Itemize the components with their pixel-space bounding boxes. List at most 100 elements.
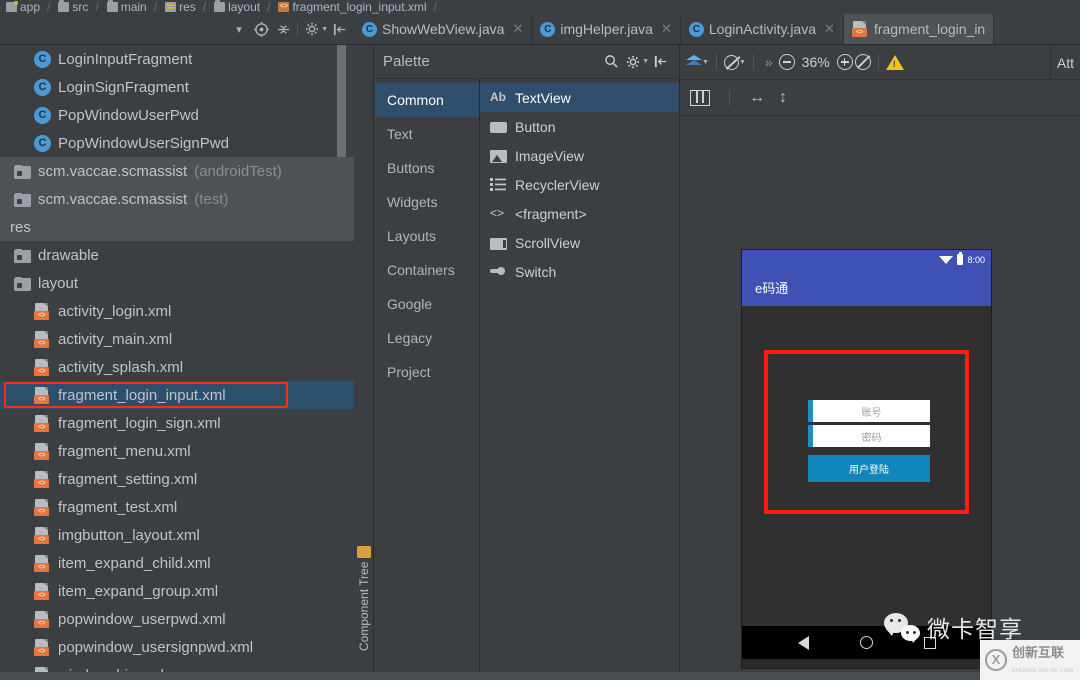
tree-item-layout[interactable]: layout [0, 269, 354, 297]
palette-item-recyclerview[interactable]: RecyclerView [480, 170, 679, 199]
tree-item-test[interactable]: scm.vaccae.scmassist (test) [0, 185, 354, 213]
chevron-down-icon[interactable]: ▼ [642, 58, 649, 65]
tree-item-popwindowusersignpwd[interactable]: PopWindowUserSignPwd [0, 129, 354, 157]
close-icon[interactable]: ✕ [661, 21, 672, 37]
tab-fragment-login-input-xml[interactable]: <> fragment_login_in [843, 14, 995, 44]
scroll-from-source-icon[interactable]: ▾ [228, 18, 250, 40]
tree-item-activity-login[interactable]: <> activity_login.xml [0, 297, 354, 325]
zoom-out-icon[interactable] [778, 54, 795, 70]
close-icon[interactable]: ✕ [512, 21, 523, 37]
tree-item-fragment-setting[interactable]: <> fragment_setting.xml [0, 465, 354, 493]
palette-category-text[interactable]: Text [375, 117, 479, 151]
tree-item-logininputfragment[interactable]: LoginInputFragment [0, 45, 354, 73]
corner-watermark: 创新互联 CHUANG XIN HU LIAN [980, 640, 1080, 680]
palette-category-google[interactable]: Google [375, 287, 479, 321]
chevron-down-icon[interactable]: ▼ [321, 26, 328, 33]
chevron-down-icon[interactable]: ▼ [739, 59, 746, 66]
tree-item-label: fragment_login_input.xml [58, 386, 226, 404]
search-icon[interactable] [600, 51, 622, 73]
palette-category-project[interactable]: Project [375, 355, 479, 389]
palette-item-switch[interactable]: Switch [480, 257, 679, 286]
collapse-all-icon[interactable] [272, 18, 294, 40]
breadcrumb-item-file[interactable]: fragment_login_input.xml/ [274, 0, 440, 14]
breadcrumb-label: src [72, 0, 89, 14]
breadcrumb-label: fragment_login_input.xml [292, 0, 427, 14]
breadcrumb-item-main[interactable]: main / [103, 0, 161, 14]
device-preview[interactable]: 8:00 e码通 账号 密码 用户登陆 [742, 250, 991, 668]
tree-item-fragment-test[interactable]: <> fragment_test.xml [0, 493, 354, 521]
gear-icon[interactable] [622, 51, 644, 73]
tree-item-label: layout [38, 274, 79, 292]
tree-item-label: activity_splash.xml [58, 358, 184, 376]
close-icon[interactable]: ✕ [824, 21, 835, 37]
preview-canvas[interactable]: 8:00 e码通 账号 密码 用户登陆 [680, 116, 1080, 680]
tab-loginactivity-java[interactable]: LoginActivity.java ✕ [681, 14, 844, 44]
tree-item-activity-splash[interactable]: <> activity_splash.xml [0, 353, 354, 381]
breadcrumb-item-src[interactable]: src / [54, 0, 102, 14]
settings-gear-icon[interactable] [301, 18, 323, 40]
hide-panel-icon[interactable] [328, 18, 350, 40]
tree-item-popwindowuserpwd[interactable]: PopWindowUserPwd [0, 101, 354, 129]
palette-category-label: Text [387, 126, 413, 142]
palette-category-buttons[interactable]: Buttons [375, 151, 479, 185]
design-toolbar-secondary: ↔ ↕ [680, 80, 1080, 116]
palette-item-textview[interactable]: Ab TextView [480, 83, 679, 112]
palette-category-legacy[interactable]: Legacy [375, 321, 479, 355]
nav-home-icon[interactable] [859, 636, 873, 649]
palette-category-widgets[interactable]: Widgets [375, 185, 479, 219]
show-constraints-icon[interactable] [690, 89, 710, 106]
palette-item-fragment[interactable]: <> <fragment> [480, 199, 679, 228]
locate-icon[interactable] [250, 18, 272, 40]
tree-item-popwindow-usersignpwd[interactable]: <> popwindow_usersignpwd.xml [0, 633, 354, 661]
attributes-panel-tab[interactable]: Att [1049, 45, 1080, 80]
tab-showwebview-java[interactable]: ShowWebView.java ✕ [354, 14, 533, 44]
zoom-to-fit-icon[interactable] [854, 54, 871, 70]
password-field[interactable]: 密码 [808, 425, 930, 447]
tree-item-item-expand-child[interactable]: <> item_expand_child.xml [0, 549, 354, 577]
orientation-icon[interactable] [723, 54, 739, 70]
device-content-area[interactable]: 账号 密码 用户登陆 [742, 306, 991, 626]
palette-item-imageview[interactable]: ImageView [480, 141, 679, 170]
palette-categories: Common Text Buttons Widgets Layouts Cont… [375, 79, 480, 680]
toolbar-overflow-icon[interactable]: » [761, 54, 777, 70]
xml-file-icon: <> [34, 414, 51, 432]
tree-item-label: popwindow_userpwd.xml [58, 610, 226, 628]
class-icon [362, 21, 377, 37]
palette-category-layouts[interactable]: Layouts [375, 219, 479, 253]
res-folder-icon [165, 2, 177, 12]
tab-imghelper-java[interactable]: imgHelper.java ✕ [532, 14, 681, 44]
tree-item-fragment-menu[interactable]: <> fragment_menu.xml [0, 437, 354, 465]
account-field[interactable]: 账号 [808, 400, 930, 422]
vertical-resize-icon[interactable]: ↕ [779, 89, 787, 107]
hide-panel-icon[interactable] [649, 51, 671, 73]
chevron-down-icon[interactable]: ▼ [702, 59, 709, 66]
palette-item-scrollview[interactable]: ScrollView [480, 228, 679, 257]
tree-item-label: fragment_setting.xml [58, 470, 198, 488]
side-tab-component-tree[interactable]: Component Tree [354, 505, 374, 655]
zoom-in-icon[interactable] [836, 54, 853, 70]
tree-item-res[interactable]: res [0, 213, 354, 241]
palette-category-common[interactable]: Common [375, 83, 479, 117]
project-tree[interactable]: LoginInputFragment LoginSignFragment Pop… [0, 45, 354, 680]
class-icon [34, 50, 51, 68]
horizontal-resize-icon[interactable]: ↔ [749, 89, 765, 107]
palette-item-button[interactable]: Button [480, 112, 679, 141]
breadcrumb-item-res[interactable]: res / [161, 0, 210, 14]
tree-item-fragment-login-input[interactable]: <> fragment_login_input.xml [0, 381, 354, 409]
nav-back-icon[interactable] [797, 635, 809, 650]
tree-item-drawable[interactable]: drawable [0, 241, 354, 269]
tree-item-loginsignfragment[interactable]: LoginSignFragment [0, 73, 354, 101]
tree-item-fragment-login-sign[interactable]: <> fragment_login_sign.xml [0, 409, 354, 437]
login-button[interactable]: 用户登陆 [808, 455, 930, 482]
tree-item-popwindow-userpwd[interactable]: <> popwindow_userpwd.xml [0, 605, 354, 633]
tree-item-item-expand-group[interactable]: <> item_expand_group.xml [0, 577, 354, 605]
editor-tab-bar: ShowWebView.java ✕ imgHelper.java ✕ Logi… [354, 14, 1080, 45]
breadcrumb-item-app[interactable]: app / [2, 0, 54, 14]
tree-item-imgbutton-layout[interactable]: <> imgbutton_layout.xml [0, 521, 354, 549]
tree-item-androidtest[interactable]: scm.vaccae.scmassist (androidTest) [0, 157, 354, 185]
tree-item-activity-main[interactable]: <> activity_main.xml [0, 325, 354, 353]
warning-icon[interactable] [885, 54, 904, 70]
breadcrumb-item-layout[interactable]: layout / [210, 0, 274, 14]
palette-category-containers[interactable]: Containers [375, 253, 479, 287]
design-mode-icon[interactable] [686, 55, 702, 69]
